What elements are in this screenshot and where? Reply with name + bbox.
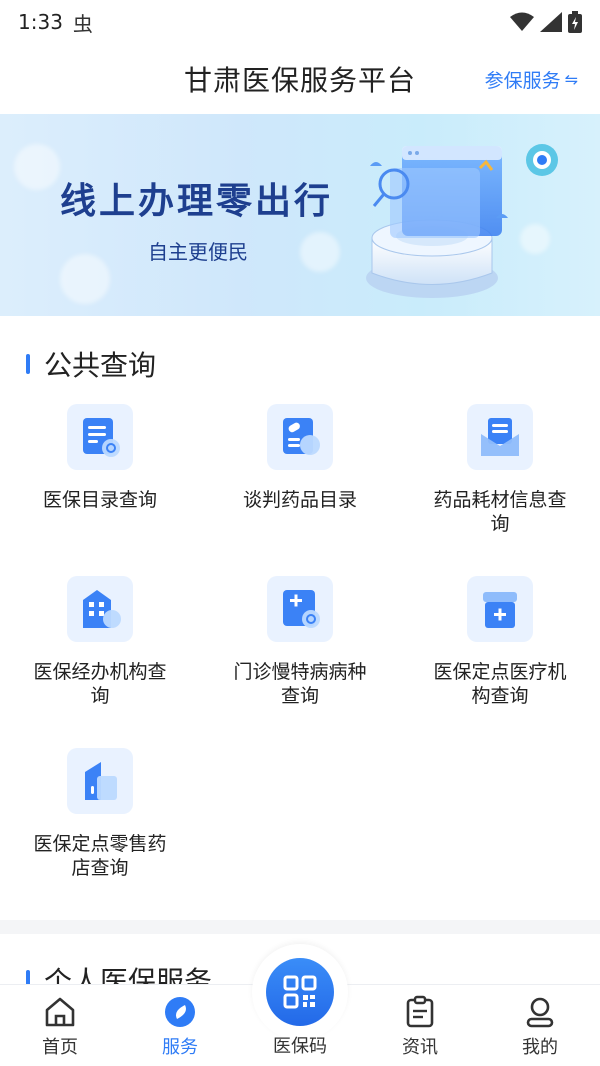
switch-service-label: 参保服务 xyxy=(484,70,561,92)
qr-tab-label: 医保码 xyxy=(273,1036,327,1057)
grid-item-negotiated-drugs[interactable]: 谈判药品目录 xyxy=(200,404,400,512)
cellular-signal-icon xyxy=(540,12,562,32)
grid-item-catalog-query[interactable]: 医保目录查询 xyxy=(0,404,200,512)
wifi-icon xyxy=(510,12,534,31)
grid-item-label: 医保目录查询 xyxy=(42,489,157,511)
public-query-section-title: 公共查询 xyxy=(26,344,156,384)
grid-item-label: 医保经办机构查询 xyxy=(33,661,167,707)
grid-item-label: 医保定点零售药店查询 xyxy=(33,833,167,879)
home-icon xyxy=(45,997,75,1027)
banner-headline: 线上办理零出行 xyxy=(60,181,334,222)
grid-item-label: 门诊慢特病病种查询 xyxy=(233,661,367,707)
app-header: 甘肃医保服务平台 参保服务 ⇋ xyxy=(0,44,600,114)
user-icon xyxy=(526,997,554,1028)
grid-item-label: 医保定点医疗机构查询 xyxy=(433,661,567,707)
medical-search-icon xyxy=(267,576,333,642)
list-search-icon xyxy=(67,404,133,470)
building-icon xyxy=(67,576,133,642)
tab-home-label: 首页 xyxy=(42,1037,78,1058)
tab-service-label: 服务 xyxy=(162,1037,198,1058)
clipboard-icon xyxy=(406,995,434,1028)
medical-insurance-qr-button[interactable] xyxy=(266,958,334,1026)
banner-illustration xyxy=(366,144,558,298)
banner-subline: 自主更便民 xyxy=(148,240,248,264)
battery-icon xyxy=(568,11,582,33)
status-icons xyxy=(510,11,582,33)
grid-item-agency-query[interactable]: 医保经办机构查询 xyxy=(0,576,200,708)
promo-banner[interactable]: 线上办理零出行 自主更便民 xyxy=(0,114,600,316)
grid-item-label: 药品耗材信息查询 xyxy=(433,489,567,535)
debug-notification-icon: 虫 xyxy=(72,11,93,36)
switch-service-button[interactable]: 参保服务 ⇋ xyxy=(485,66,578,93)
medical-box-icon xyxy=(467,576,533,642)
grid-item-drug-supplies-info[interactable]: 药品耗材信息查询 xyxy=(400,404,600,536)
envelope-doc-icon xyxy=(467,404,533,470)
pharmacy-icon xyxy=(67,748,133,814)
status-time: 1:33 xyxy=(18,10,63,34)
page-title: 甘肃医保服务平台 xyxy=(183,64,416,97)
section-divider xyxy=(0,920,600,934)
grid-item-pharmacy-query[interactable]: 医保定点零售药店查询 xyxy=(0,748,200,880)
compass-icon xyxy=(165,997,195,1027)
grid-item-medical-institution-query[interactable]: 医保定点医疗机构查询 xyxy=(400,576,600,708)
qr-code-icon xyxy=(283,975,317,1009)
tab-mine[interactable]: 我的 xyxy=(480,995,600,1059)
grid-item-chronic-disease-query[interactable]: 门诊慢特病病种查询 xyxy=(200,576,400,708)
pill-icon xyxy=(267,404,333,470)
tab-home[interactable]: 首页 xyxy=(0,995,120,1059)
tab-service[interactable]: 服务 xyxy=(120,995,240,1059)
status-bar: 1:33 虫 xyxy=(0,0,600,44)
tab-news[interactable]: 资讯 xyxy=(360,995,480,1059)
tab-mine-label: 我的 xyxy=(522,1037,558,1058)
tab-news-label: 资讯 xyxy=(402,1037,438,1058)
grid-item-label: 谈判药品目录 xyxy=(242,489,357,511)
swap-icon: ⇋ xyxy=(564,70,578,89)
